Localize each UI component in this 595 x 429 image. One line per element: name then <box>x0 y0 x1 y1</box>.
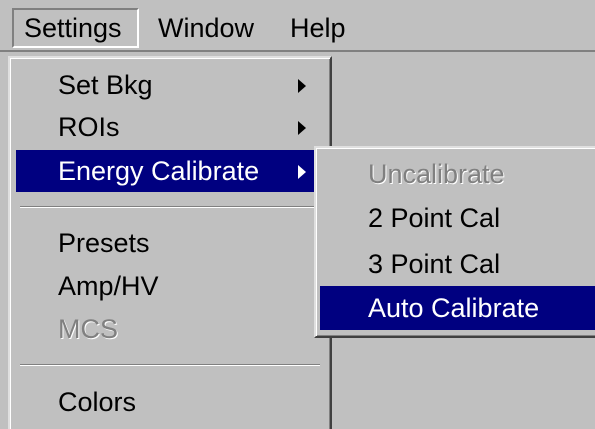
menu-item-colors[interactable]: Colors <box>16 381 322 423</box>
menu-item-label: Uncalibrate <box>368 159 505 189</box>
submenu-item-uncalibrate: Uncalibrate <box>320 152 595 196</box>
menu-item-rois[interactable]: ROIs <box>16 106 322 148</box>
menu-item-energy-calibrate[interactable]: Energy Calibrate <box>16 150 322 192</box>
settings-dropdown: Set Bkg ROIs Energy Calibrate Presets Am… <box>8 56 332 429</box>
submenu-item-2-point-cal[interactable]: 2 Point Cal <box>320 196 595 240</box>
menu-item-amp-hv[interactable]: Amp/HV <box>16 265 322 307</box>
menu-help[interactable]: Help <box>280 8 360 48</box>
menu-item-label: Amp/HV <box>58 271 159 301</box>
energy-calibrate-submenu: Uncalibrate 2 Point Cal 3 Point Cal Auto… <box>314 146 595 338</box>
menu-item-label: MCS <box>58 314 118 344</box>
menu-item-label: Presets <box>58 228 150 258</box>
menu-item-label: 2 Point Cal <box>368 203 501 233</box>
menu-item-label: Colors <box>58 387 137 417</box>
menu-separator <box>20 364 320 366</box>
menu-separator <box>20 206 320 208</box>
menu-item-label: ROIs <box>58 112 120 142</box>
menu-window[interactable]: Window <box>148 8 270 48</box>
menu-item-label: Energy Calibrate <box>58 156 260 186</box>
submenu-arrow-icon <box>298 79 306 93</box>
menu-bar: Settings Window Help <box>0 0 595 52</box>
menu-item-set-bkg[interactable]: Set Bkg <box>16 64 322 106</box>
submenu-arrow-icon <box>298 121 306 135</box>
submenu-item-auto-calibrate[interactable]: Auto Calibrate <box>320 286 595 330</box>
submenu-arrow-icon <box>298 165 306 179</box>
menu-item-label: Auto Calibrate <box>368 293 540 323</box>
menu-item-presets[interactable]: Presets <box>16 222 322 264</box>
menu-item-label: Set Bkg <box>58 70 153 100</box>
submenu-item-3-point-cal[interactable]: 3 Point Cal <box>320 242 595 286</box>
menu-settings[interactable]: Settings <box>12 8 139 48</box>
menu-item-label: 3 Point Cal <box>368 249 501 279</box>
menu-item-mcs: MCS <box>16 308 322 350</box>
